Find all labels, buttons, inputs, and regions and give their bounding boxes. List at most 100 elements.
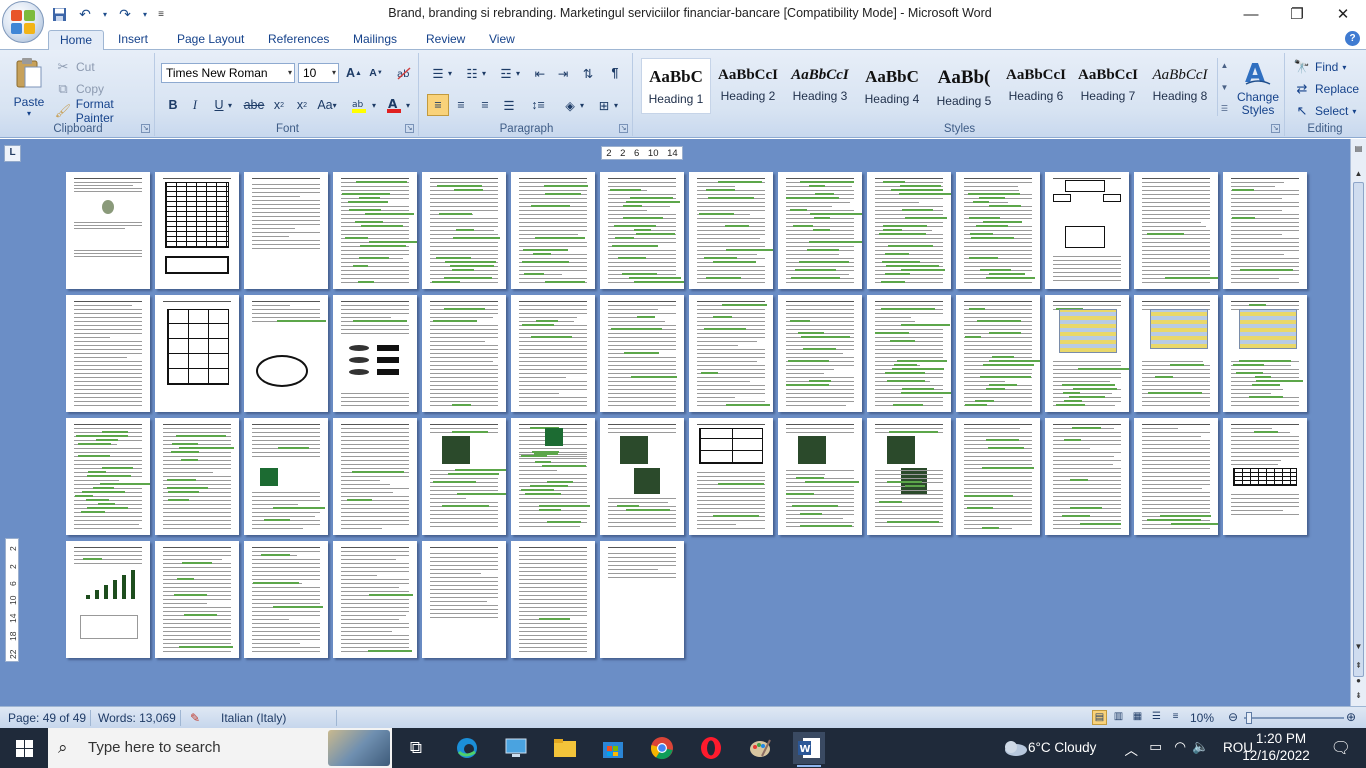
page-thumbnail[interactable] (956, 295, 1040, 412)
align-center-icon[interactable]: ≡ (450, 94, 472, 116)
tab-page-layout[interactable]: Page Layout (166, 30, 255, 51)
page-thumbnail[interactable] (956, 172, 1040, 289)
page-thumbnail[interactable] (778, 172, 862, 289)
page-thumbnail[interactable] (1134, 172, 1218, 289)
office-button[interactable] (2, 1, 44, 43)
multilevel-dropdown-icon[interactable]: ▾ (513, 62, 523, 84)
format-painter-button[interactable]: 🖌 Format Painter (54, 97, 154, 125)
restore-icon[interactable]: ❐ (1274, 0, 1320, 28)
line-spacing-icon[interactable]: ↕≡ (527, 94, 549, 116)
notifications-icon[interactable]: 🗨 (1331, 738, 1351, 758)
page-thumbnail[interactable] (511, 418, 595, 535)
italic-icon[interactable]: I (184, 94, 206, 116)
show-hidden-icons-icon[interactable]: ︿ (1125, 739, 1139, 759)
page-thumbnail[interactable] (422, 295, 506, 412)
page-thumbnail[interactable] (867, 295, 951, 412)
page-thumbnail[interactable] (778, 295, 862, 412)
start-button[interactable] (0, 728, 48, 768)
next-page-icon[interactable]: ⇟ (1351, 688, 1366, 703)
tab-stop-selector[interactable]: L (4, 145, 21, 162)
page-thumbnail[interactable] (244, 418, 328, 535)
strikethrough-icon[interactable]: abe (243, 94, 265, 116)
outline-icon[interactable]: ☰ (1149, 710, 1164, 725)
find-button[interactable]: 🔭 Find ▾ (1293, 57, 1346, 77)
clock-time[interactable]: 1:20 PM (1251, 731, 1311, 746)
task-view-icon[interactable]: ⧉ (400, 732, 432, 764)
increase-indent-icon[interactable]: ⇥ (552, 62, 574, 84)
page-thumbnail[interactable] (600, 295, 684, 412)
font-size-combo[interactable]: 10 ▾ (298, 63, 339, 83)
remote-desktop-icon[interactable] (500, 732, 532, 764)
tab-mailings[interactable]: Mailings (342, 30, 408, 51)
page-thumbnail[interactable] (66, 295, 150, 412)
style-heading-5[interactable]: AaBb( Heading 5 (929, 58, 999, 114)
page-thumbnail[interactable] (1134, 295, 1218, 412)
print-layout-icon[interactable]: ▤ (1092, 710, 1107, 725)
styles-launcher-icon[interactable]: ↘ (1271, 124, 1280, 133)
style-heading-3[interactable]: AaBbCcI Heading 3 (785, 58, 855, 114)
align-left-icon[interactable]: ≡ (427, 94, 449, 116)
bold-icon[interactable]: B (162, 94, 184, 116)
zoom-level[interactable]: 10% (1190, 711, 1214, 725)
zoom-slider-thumb[interactable] (1246, 712, 1252, 724)
highlight-dropdown-icon[interactable]: ▾ (369, 94, 379, 116)
customize-qat-icon[interactable]: ≡ (154, 4, 168, 24)
font-color-icon[interactable]: A (383, 94, 405, 116)
scroll-up-icon[interactable]: ▲ (1351, 166, 1366, 181)
page-thumbnail[interactable] (1223, 295, 1307, 412)
weather-icon[interactable] (1002, 739, 1028, 760)
page-thumbnail[interactable] (867, 418, 951, 535)
proofing-icon[interactable]: ✎ (190, 711, 200, 725)
page-count[interactable]: Page: 49 of 49 (8, 711, 86, 725)
clock-date[interactable]: 12/16/2022 (1241, 748, 1311, 763)
font-color-dropdown-icon[interactable]: ▾ (403, 94, 413, 116)
page-thumbnail[interactable] (689, 172, 773, 289)
subscript-icon[interactable]: x2 (268, 94, 290, 116)
page-thumbnail[interactable] (1134, 418, 1218, 535)
underline-dropdown-icon[interactable]: ▾ (225, 94, 235, 116)
page-thumbnail[interactable] (244, 295, 328, 412)
opera-icon[interactable] (695, 732, 727, 764)
vertical-scrollbar[interactable]: ▤ ▲ ▼ ⇞ ● ⇟ (1350, 139, 1366, 706)
align-right-icon[interactable]: ≡ (474, 94, 496, 116)
superscript-icon[interactable]: x2 (291, 94, 313, 116)
page-thumbnail[interactable] (1045, 418, 1129, 535)
page-thumbnail[interactable] (155, 418, 239, 535)
wifi-icon[interactable]: ◠ (1174, 739, 1186, 755)
select-button[interactable]: ↖ Select ▾ (1293, 101, 1357, 121)
page-thumbnail[interactable] (778, 418, 862, 535)
minimize-icon[interactable]: — (1228, 0, 1274, 28)
word-icon[interactable]: W (793, 732, 825, 767)
vertical-ruler[interactable]: 2 2 6 10 14 18 22 (5, 538, 19, 662)
page-thumbnail[interactable] (600, 418, 684, 535)
page-thumbnail[interactable] (333, 541, 417, 658)
page-thumbnail[interactable] (66, 172, 150, 289)
battery-icon[interactable]: ▭ (1149, 739, 1162, 755)
edge-icon[interactable] (451, 732, 483, 764)
page-thumbnail[interactable] (155, 541, 239, 658)
tab-review[interactable]: Review (415, 30, 476, 51)
font-launcher-icon[interactable]: ↘ (405, 124, 414, 133)
style-heading-6[interactable]: AaBbCcI Heading 6 (1001, 58, 1071, 114)
zoom-in-icon[interactable]: ⊕ (1346, 710, 1356, 724)
highlight-icon[interactable]: ab (349, 94, 371, 116)
full-screen-reading-icon[interactable]: ▥ (1111, 710, 1126, 725)
clear-formatting-icon[interactable]: ab (393, 62, 415, 84)
zoom-slider[interactable] (1244, 712, 1344, 724)
style-heading-1[interactable]: AaBbC Heading 1 (641, 58, 711, 114)
page-thumbnail[interactable] (1223, 172, 1307, 289)
gallery-up-icon[interactable]: ▲ (1221, 61, 1229, 70)
page-thumbnail[interactable] (600, 541, 684, 658)
shading-dropdown-icon[interactable]: ▾ (577, 94, 587, 116)
undo-dropdown-icon[interactable]: ▾ (100, 4, 110, 24)
bullets-dropdown-icon[interactable]: ▾ (445, 62, 455, 84)
web-layout-icon[interactable]: ▦ (1130, 710, 1145, 725)
paste-button[interactable]: Paste ▾ (8, 55, 50, 118)
justify-icon[interactable]: ☰ (498, 94, 520, 116)
page-thumbnail[interactable] (511, 172, 595, 289)
style-heading-4[interactable]: AaBbC Heading 4 (857, 58, 927, 114)
numbering-dropdown-icon[interactable]: ▾ (479, 62, 489, 84)
horizontal-ruler[interactable]: 2 2 6 10 14 (601, 146, 683, 160)
borders-dropdown-icon[interactable]: ▾ (611, 94, 621, 116)
redo-icon[interactable]: ↷ (114, 4, 136, 24)
